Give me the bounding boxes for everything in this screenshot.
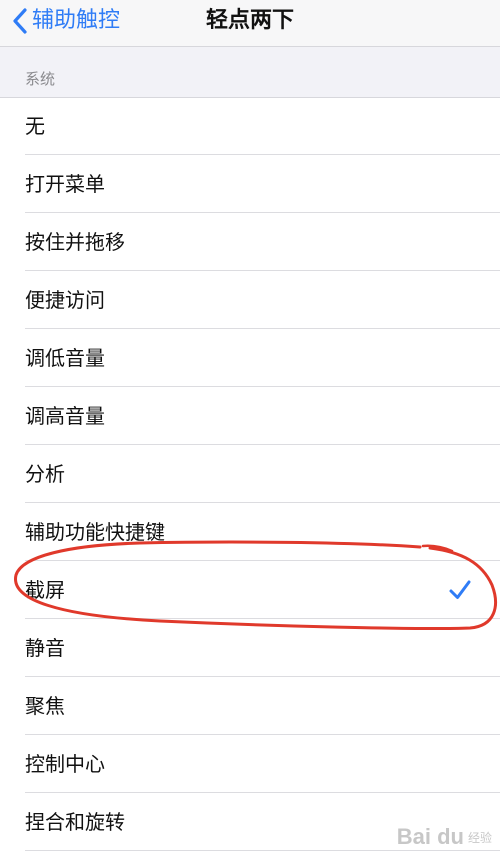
list-item[interactable]: 无 [0,97,500,155]
list-item-label: 按住并拖移 [25,230,125,254]
list-item-label: 捏合和旋转 [25,810,125,834]
section-header: 系统 [25,70,56,88]
list-item-label: 打开菜单 [25,172,105,196]
list-item-label: 截屏 [25,578,65,602]
watermark-subtext: 经验 [467,830,492,845]
action-list: 无 打开菜单 按住并拖移 便捷访问 调低音量 调高音量 分析 辅助功能快捷键 截… [0,97,500,851]
list-item-label: 分析 [25,462,65,486]
list-item[interactable]: 静音 [0,619,500,677]
list-item-label: 调低音量 [25,346,105,370]
list-item-label: 辅助功能快捷键 [25,520,165,544]
list-item[interactable]: 分析 [0,445,500,503]
baidu-watermark: Bai du 经验 [397,824,492,850]
list-item[interactable]: 便捷访问 [0,271,500,329]
list-item[interactable]: 辅助功能快捷键 [0,503,500,561]
list-item[interactable]: 调低音量 [0,329,500,387]
list-item[interactable]: 打开菜单 [0,155,500,213]
list-item[interactable]: 控制中心 [0,735,500,793]
watermark-brand: Bai du [396,824,464,849]
list-item[interactable]: 聚焦 [0,677,500,735]
list-item-label: 聚焦 [25,694,65,718]
list-item-label: 无 [25,114,45,138]
list-item[interactable]: 调高音量 [0,387,500,445]
list-item[interactable]: 按住并拖移 [0,213,500,271]
navigation-bar: 辅助触控 轻点两下 [0,0,500,47]
list-item-label: 调高音量 [25,404,105,428]
section-header-background [0,47,500,98]
checkmark-icon [448,579,472,601]
list-item-label: 控制中心 [25,752,105,776]
list-item-label: 便捷访问 [25,288,105,312]
page-title: 轻点两下 [205,8,294,33]
list-item-selected[interactable]: 截屏 [0,561,500,619]
list-item-label: 静音 [25,636,65,660]
